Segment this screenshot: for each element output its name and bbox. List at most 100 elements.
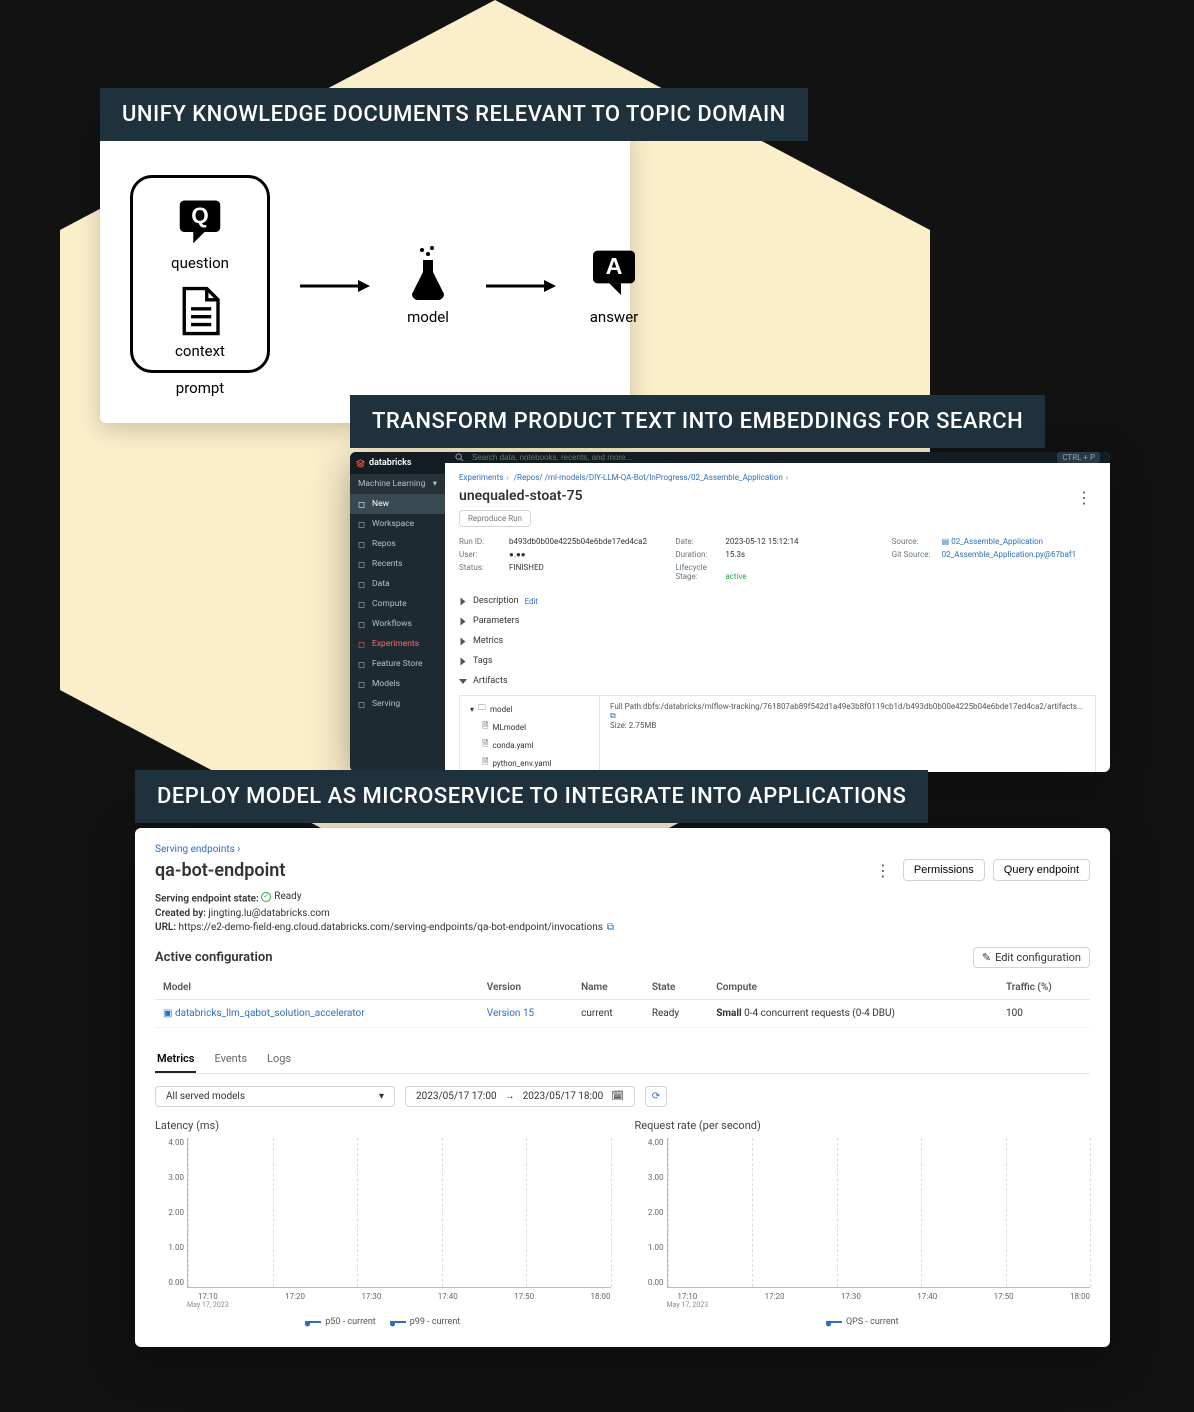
sidebar-item-label: Models xyxy=(372,679,400,689)
svg-text:Q: Q xyxy=(191,203,209,228)
repos-icon: ◻ xyxy=(358,540,367,549)
serving-card: Serving endpoints › qa-bot-endpoint ⋮ Pe… xyxy=(135,828,1110,1347)
model-label: model xyxy=(407,308,449,326)
document-icon xyxy=(173,284,227,338)
artifact-file[interactable]: 🗎conda.yaml xyxy=(460,736,599,754)
experiment-card: databricks Machine Learning▾ ◻New◻Worksp… xyxy=(350,452,1110,772)
notebook-icon: ▤ xyxy=(942,537,952,546)
sidebar-item-label: Experiments xyxy=(372,639,419,649)
legend-item[interactable]: p50 - current xyxy=(305,1317,376,1327)
question-icon: Q xyxy=(173,196,227,250)
section-artifacts[interactable]: Artifacts xyxy=(459,671,1096,691)
chevron-down-icon: ▾ xyxy=(379,1091,384,1102)
edit-configuration-button[interactable]: ✎Edit configuration xyxy=(973,947,1090,968)
serving-breadcrumb[interactable]: Serving endpoints › xyxy=(155,844,1090,855)
sidebar-item-label: Data xyxy=(372,579,390,589)
chevron-down-icon: ▾ xyxy=(433,479,437,489)
sidebar-item-compute[interactable]: ◻ Compute xyxy=(350,594,445,614)
file-icon: 🗎 xyxy=(482,720,488,734)
edit-description-link[interactable]: Edit xyxy=(525,597,539,606)
calendar-icon: 🗓 xyxy=(611,1091,624,1102)
databricks-icon xyxy=(356,459,365,468)
run-metadata: Run ID:b493db0b00e4225b04e6bde17ed4ca2 D… xyxy=(459,537,1096,581)
banner-deploy: DEPLOY MODEL AS MICROSERVICE TO INTEGRAT… xyxy=(135,770,928,823)
sidebar-mode-select[interactable]: Machine Learning▾ xyxy=(350,474,445,494)
section-tags[interactable]: Tags xyxy=(459,651,1096,671)
arrow-icon xyxy=(486,276,556,296)
sidebar-item-feature-store[interactable]: ◻Feature Store xyxy=(350,654,445,674)
endpoint-title: qa-bot-endpoint xyxy=(155,860,285,881)
reproduce-run-button[interactable]: Reproduce Run xyxy=(459,510,531,527)
kebab-menu[interactable]: ⋮ xyxy=(1072,488,1096,507)
sidebar-item-workspace[interactable]: ◻ Workspace xyxy=(350,514,445,534)
copy-icon[interactable]: ⧉ xyxy=(610,711,616,720)
sidebar-item-recents[interactable]: ◻Recents xyxy=(350,554,445,574)
folder-icon: 🗀 xyxy=(478,702,486,716)
latency-chart: Latency (ms) 4.003.002.001.000.00 17:10M… xyxy=(155,1119,611,1327)
sidebar-item-label: Workspace xyxy=(372,519,414,529)
sidebar-item-repos[interactable]: ◻ Repos xyxy=(350,534,445,554)
banner-unify: UNIFY KNOWLEDGE DOCUMENTS RELEVANT TO TO… xyxy=(100,88,808,141)
legend-item[interactable]: QPS - current xyxy=(826,1317,899,1327)
tab-logs[interactable]: Logs xyxy=(265,1046,293,1073)
context-label: context xyxy=(175,342,225,360)
served-models-dropdown[interactable]: All served models▾ xyxy=(155,1086,395,1107)
compute-icon: ◻ xyxy=(358,600,367,609)
sidebar-item-models[interactable]: ◻Models xyxy=(350,674,445,694)
file-icon: 🗎 xyxy=(482,738,488,752)
model-link[interactable]: ▣ databricks_llm_qabot_solution_accelera… xyxy=(155,999,479,1027)
refresh-button[interactable]: ⟳ xyxy=(645,1086,667,1107)
artifact-tree: ▾🗀model 🗎MLmodel🗎conda.yaml🗎python_env.y… xyxy=(460,696,600,772)
tab-metrics[interactable]: Metrics xyxy=(155,1046,196,1073)
artifact-file[interactable]: 🗎MLmodel xyxy=(460,718,599,736)
data-icon: ◻ xyxy=(358,580,367,589)
serving-icon: ◻ xyxy=(358,700,367,709)
chevron-right-icon: › xyxy=(237,844,240,855)
query-endpoint-button[interactable]: Query endpoint xyxy=(993,859,1090,881)
table-row[interactable]: ▣ databricks_llm_qabot_solution_accelera… xyxy=(155,999,1090,1027)
sidebar-item-experiments[interactable]: ◻ Experiments xyxy=(350,634,445,654)
search-icon xyxy=(455,453,464,462)
top-bar: CTRL + P xyxy=(445,452,1110,463)
caret-down-icon: ▾ xyxy=(470,705,474,714)
sidebar-item-workflows[interactable]: ◻ Workflows xyxy=(350,614,445,634)
arrow-icon xyxy=(300,276,370,296)
workflows-icon: ◻ xyxy=(358,620,367,629)
qps-chart: Request rate (per second) 4.003.002.001.… xyxy=(635,1119,1091,1327)
feature-store-icon: ◻ xyxy=(358,660,367,669)
git-source-link[interactable]: 02_Assemble_Application.py@67baf1 xyxy=(942,550,1076,559)
legend-item[interactable]: p99 - current xyxy=(390,1317,461,1327)
sidebar-item-label: Serving xyxy=(372,699,400,709)
banner-transform: TRANSFORM PRODUCT TEXT INTO EMBEDDINGS F… xyxy=(350,395,1045,448)
tab-events[interactable]: Events xyxy=(212,1046,249,1073)
sidebar-item-new[interactable]: ◻New xyxy=(350,494,445,514)
global-search-input[interactable] xyxy=(472,453,1049,462)
version-link[interactable]: Version 15 xyxy=(479,999,573,1027)
sidebar-item-label: Repos xyxy=(372,539,396,549)
section-metrics[interactable]: Metrics xyxy=(459,631,1096,651)
kebab-menu[interactable]: ⋮ xyxy=(871,861,895,880)
permissions-button[interactable]: Permissions xyxy=(903,859,985,881)
svg-text:A: A xyxy=(606,253,623,279)
sidebar-item-data[interactable]: ◻ Data xyxy=(350,574,445,594)
answer-icon: A xyxy=(586,246,642,302)
copy-icon[interactable]: ⧉ xyxy=(607,922,614,933)
refresh-icon: ⟳ xyxy=(652,1091,660,1102)
source-link[interactable]: 02_Assemble_Application xyxy=(951,537,1043,546)
kbd-shortcut: CTRL + P xyxy=(1057,452,1100,463)
section-description[interactable]: Description Edit xyxy=(459,591,1096,611)
active-config-heading: Active configuration xyxy=(155,950,272,965)
sidebar-item-label: Workflows xyxy=(372,619,412,629)
prompt-box: Q question context xyxy=(130,175,270,373)
new-icon: ◻ xyxy=(358,500,367,509)
prompt-label: prompt xyxy=(176,379,224,397)
experiments-icon: ◻ xyxy=(358,640,367,649)
breadcrumb[interactable]: Experiments› /Repos/ /ml-models/DIY-LLM-… xyxy=(459,473,1096,482)
workspace-icon: ◻ xyxy=(358,520,367,529)
artifact-folder[interactable]: ▾🗀model xyxy=(460,700,599,718)
datetime-range-picker[interactable]: 2023/05/17 17:00→2023/05/17 18:00 🗓 xyxy=(405,1086,635,1107)
sidebar-item-label: Compute xyxy=(372,599,407,609)
section-parameters[interactable]: Parameters xyxy=(459,611,1096,631)
pencil-icon: ✎ xyxy=(982,951,991,964)
sidebar-item-serving[interactable]: ◻ Serving xyxy=(350,694,445,714)
